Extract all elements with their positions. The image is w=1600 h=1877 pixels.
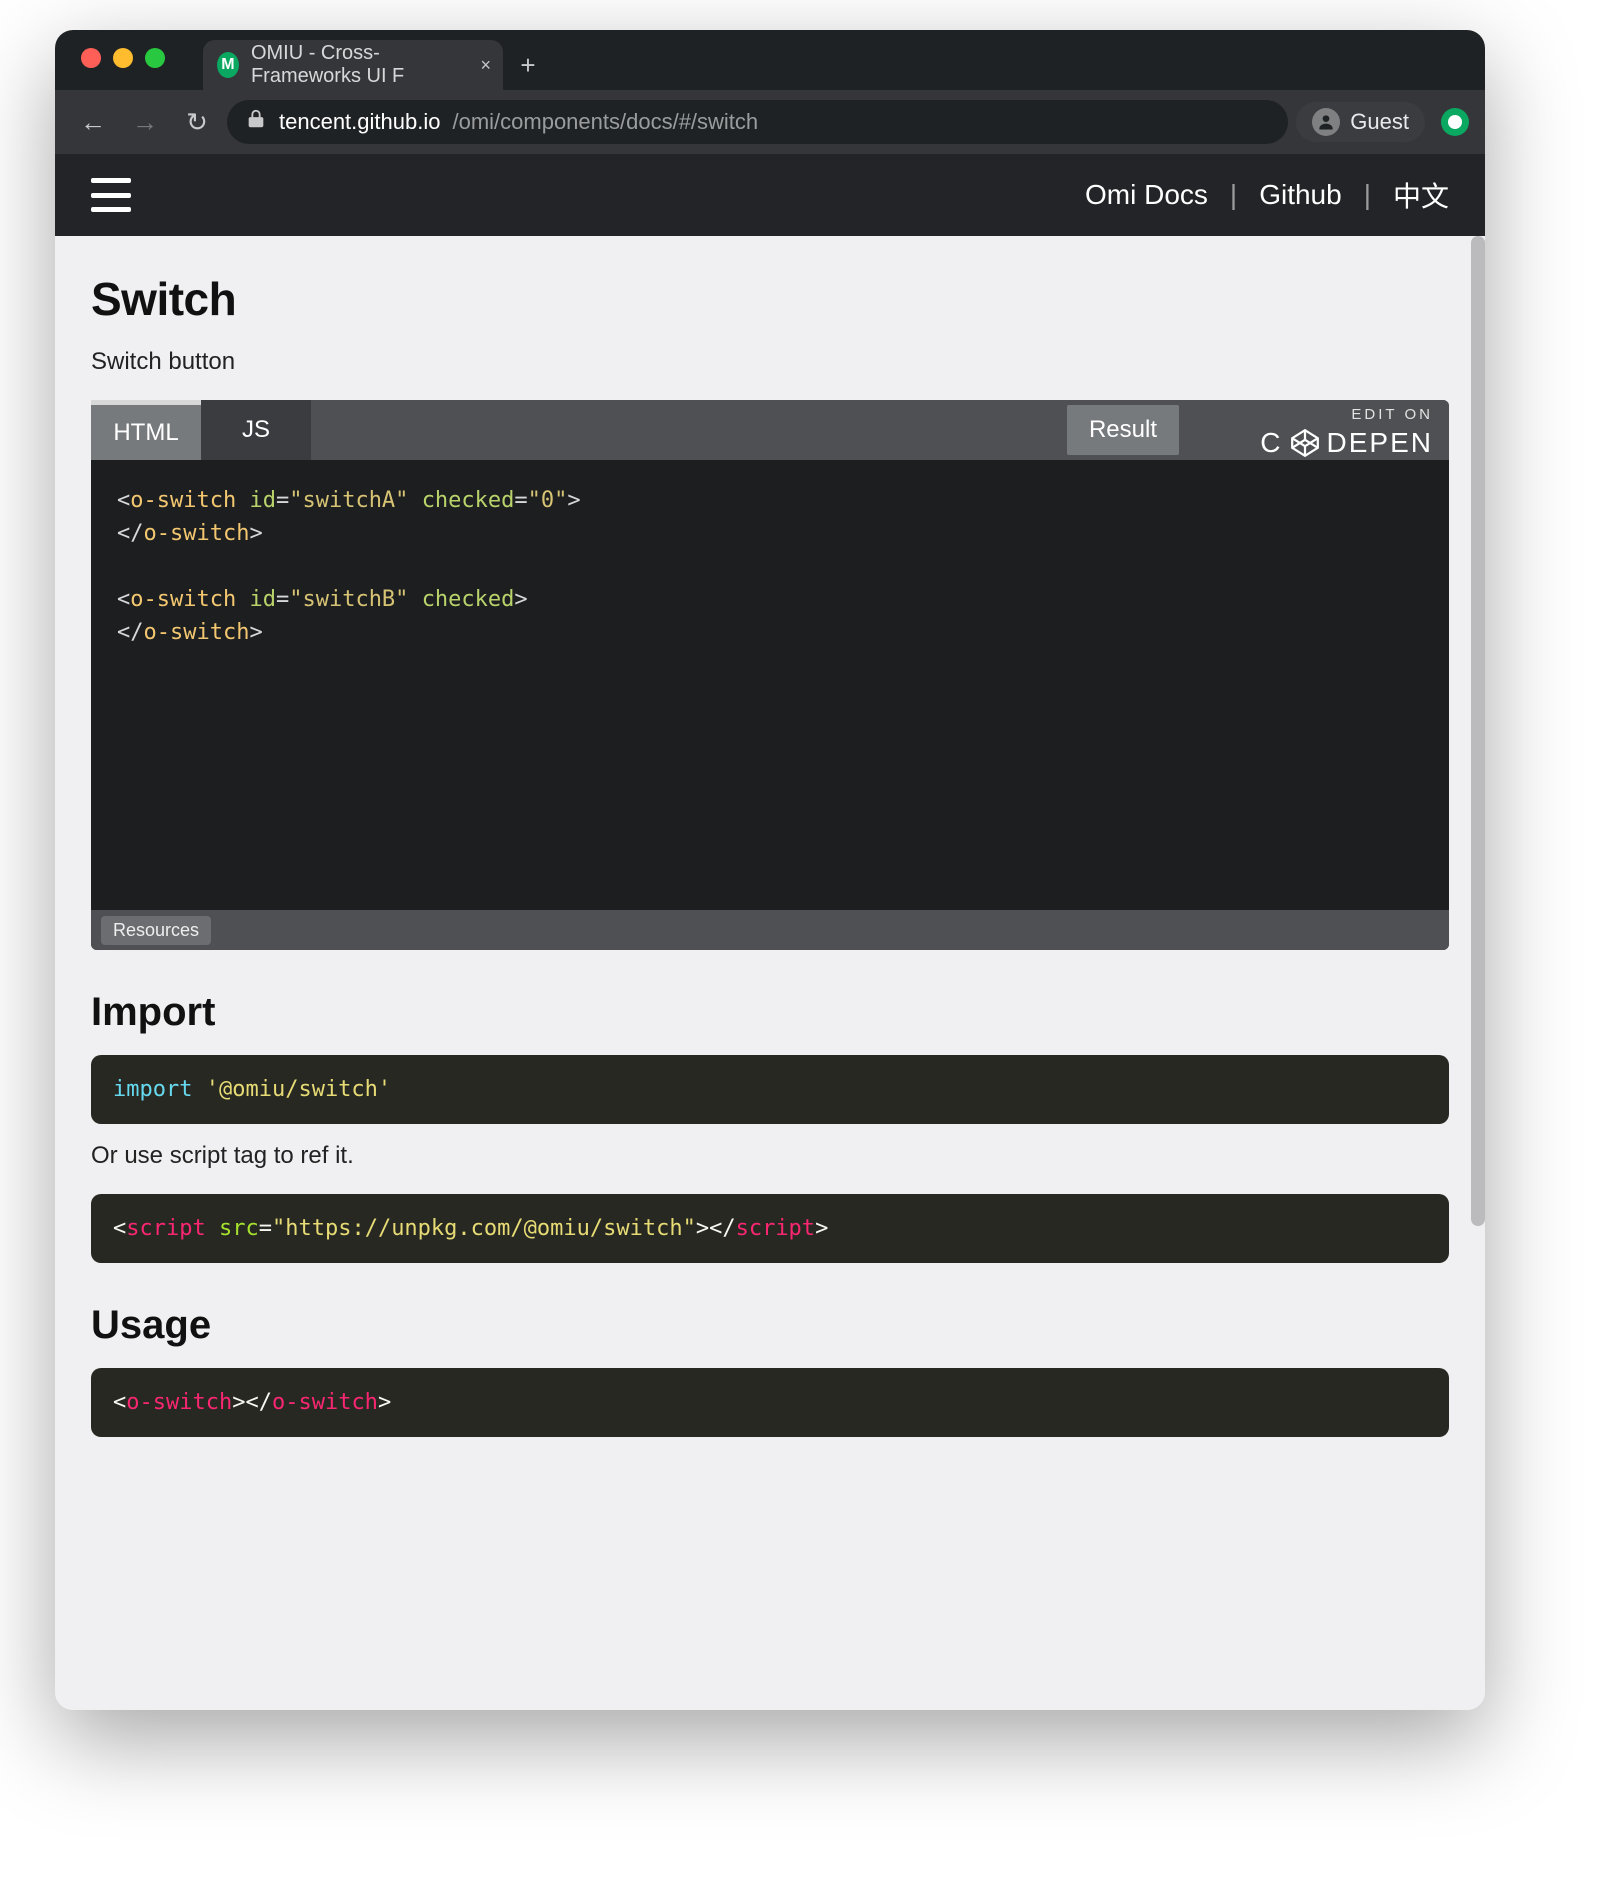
- nav-link-github[interactable]: Github: [1259, 179, 1342, 211]
- codepen-logo-icon: [1289, 427, 1321, 459]
- codepen-brand[interactable]: EDIT ON C DEPEN: [1260, 406, 1433, 459]
- page-subtitle: Switch button: [91, 348, 1465, 376]
- codepen-resources-button[interactable]: Resources: [101, 916, 211, 945]
- section-title-usage: Usage: [91, 1303, 1465, 1348]
- scrollbar-thumb[interactable]: [1471, 236, 1485, 1226]
- nav-link-omi-docs[interactable]: Omi Docs: [1085, 179, 1208, 211]
- tab-favicon: M: [217, 52, 239, 78]
- nav-reload-button[interactable]: ↻: [175, 100, 219, 144]
- codepen-footer: Resources: [91, 910, 1449, 950]
- codepen-logo-text-right: DEPEN: [1327, 427, 1433, 459]
- vertical-scrollbar[interactable]: [1471, 236, 1485, 1710]
- codepen-edit-on-label: EDIT ON: [1260, 406, 1433, 423]
- page-content: Switch Switch button HTML JS Result EDIT…: [55, 236, 1485, 1710]
- browser-toolbar: ← → ↻ tencent.github.io/omi/components/d…: [55, 90, 1485, 154]
- extension-button[interactable]: [1441, 108, 1469, 136]
- code-block-usage[interactable]: <o-switch></o-switch>: [91, 1368, 1449, 1437]
- nav-separator: |: [1230, 179, 1237, 211]
- nav-link-lang[interactable]: 中文: [1393, 175, 1449, 215]
- codepen-tab-html[interactable]: HTML: [91, 400, 201, 460]
- site-nav: Omi Docs | Github | 中文: [1085, 175, 1449, 215]
- codepen-embed: HTML JS Result EDIT ON C: [91, 400, 1449, 950]
- window-close-button[interactable]: [81, 48, 101, 68]
- url-host: tencent.github.io: [279, 109, 440, 135]
- new-tab-button[interactable]: +: [503, 40, 553, 90]
- tab-title: OMIU - Cross-Frameworks UI F: [251, 42, 489, 88]
- codepen-tabbar: HTML JS Result EDIT ON C: [91, 400, 1449, 460]
- url-path: /omi/components/docs/#/switch: [452, 109, 758, 135]
- window-zoom-button[interactable]: [145, 48, 165, 68]
- profile-label: Guest: [1350, 109, 1409, 135]
- lock-icon: [245, 108, 267, 136]
- address-bar[interactable]: tencent.github.io/omi/components/docs/#/…: [227, 100, 1288, 144]
- code-block-script-tag[interactable]: <script src="https://unpkg.com/@omiu/swi…: [91, 1194, 1449, 1263]
- browser-tab[interactable]: M OMIU - Cross-Frameworks UI F ×: [203, 40, 503, 90]
- section-title-import: Import: [91, 990, 1465, 1035]
- menu-icon[interactable]: [91, 178, 131, 212]
- person-icon: [1312, 108, 1340, 136]
- nav-back-button[interactable]: ←: [71, 100, 115, 144]
- window-minimize-button[interactable]: [113, 48, 133, 68]
- import-note: Or use script tag to ref it.: [91, 1142, 1465, 1170]
- codepen-logo-text-left: C: [1260, 427, 1282, 459]
- code-block-import[interactable]: import '@omiu/switch': [91, 1055, 1449, 1124]
- profile-chip[interactable]: Guest: [1296, 102, 1425, 142]
- nav-separator: |: [1364, 179, 1371, 211]
- browser-tabstrip: M OMIU - Cross-Frameworks UI F × +: [55, 30, 1485, 90]
- window-controls: [81, 48, 165, 68]
- page-title: Switch: [91, 272, 1465, 326]
- codepen-code-area[interactable]: <o-switch id="switchA" checked="0"></o-s…: [91, 460, 1449, 910]
- browser-window: M OMIU - Cross-Frameworks UI F × + ← → ↻…: [55, 30, 1485, 1710]
- site-header: Omi Docs | Github | 中文: [55, 154, 1485, 236]
- tab-close-icon[interactable]: ×: [480, 55, 491, 76]
- nav-forward-button: →: [123, 100, 167, 144]
- codepen-tab-result[interactable]: Result: [1067, 405, 1179, 455]
- codepen-tab-js[interactable]: JS: [201, 400, 311, 460]
